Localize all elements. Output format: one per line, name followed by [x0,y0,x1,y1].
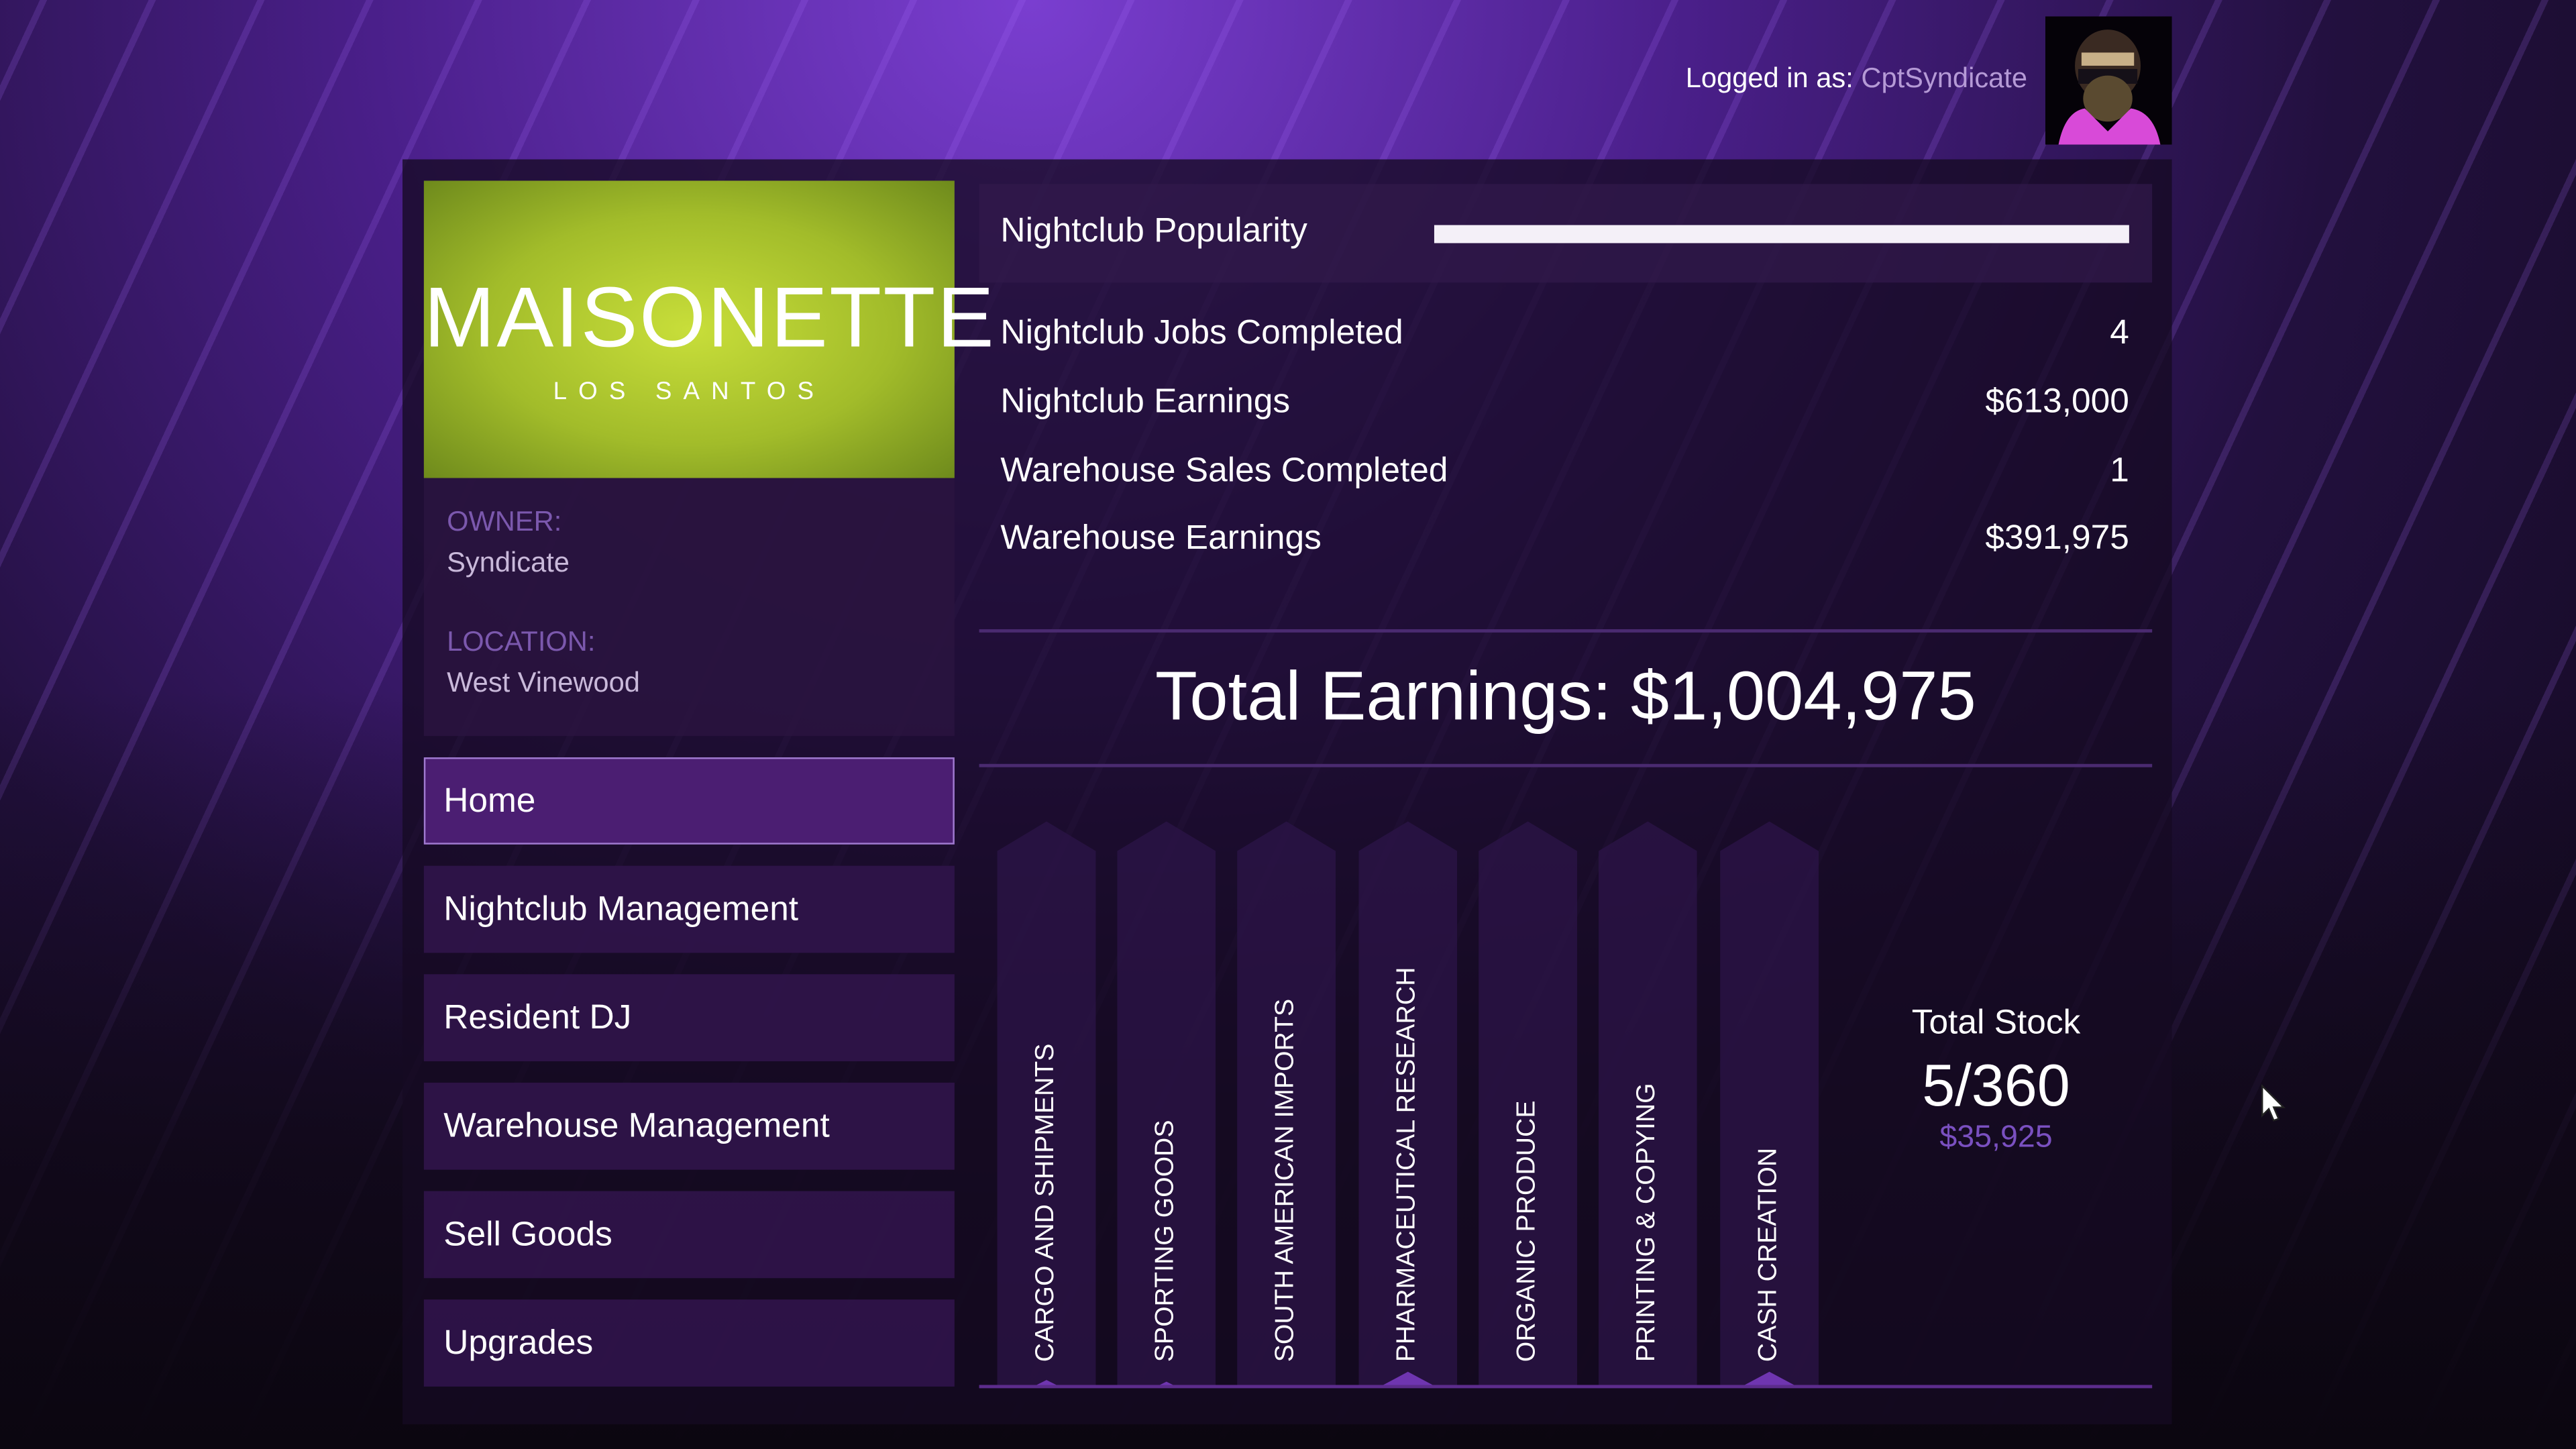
goods-name: SOUTH AMERICAN IMPORTS [1271,998,1300,1362]
total-stock-count: 5/360 [1922,1051,2070,1119]
stat-label: Nightclub Jobs Completed [1000,313,1403,352]
stat-value: 1 [2110,451,2129,490]
goods-name: ORGANIC PRODUCE [1513,1100,1542,1362]
stock-column: PHARMACEUTICAL RESEARCH [1358,821,1458,1385]
logged-in-label: Logged in as: [1685,62,1854,94]
stock-level-indicator [1036,1380,1057,1385]
nav-sell-goods[interactable]: Sell Goods [423,1191,955,1279]
goods-name: PRINTING & COPYING [1633,1083,1661,1362]
stat-value: $613,000 [1985,382,2129,421]
nav-resident-dj[interactable]: Resident DJ [423,974,955,1062]
stat-value: $391,975 [1985,519,2129,557]
owner-label: OWNER: [447,506,562,537]
nav-nightclub-management[interactable]: Nightclub Management [423,865,955,953]
stat-label: Warehouse Earnings [1000,519,1322,557]
divider [979,763,2153,767]
goods-name: SPORTING GOODS [1151,1120,1180,1362]
stock-column: ORGANIC PRODUCE [1479,821,1578,1385]
stock-level-indicator [1744,1371,1794,1385]
nav-home[interactable]: Home [423,757,955,845]
logo-subtitle: LOS SANTOS [553,378,826,406]
stock-column: SOUTH AMERICAN IMPORTS [1237,821,1336,1385]
nightclub-app: Logged in as: CptSyndicate MAISONETTE LO… [0,0,2576,1449]
goods-name: CARGO AND SHIPMENTS [1031,1043,1060,1362]
goods-name: PHARMACEUTICAL RESEARCH [1393,967,1421,1362]
total-stock-label: Total Stock [1911,1004,2081,1042]
popularity-label: Nightclub Popularity [1000,211,1307,250]
stock-column: CASH CREATION [1720,821,1819,1385]
total-earnings: Total Earnings: $1,004,975 [1155,657,1976,735]
avatar [2045,16,2172,145]
stock-baseline [979,1385,2153,1389]
stat-row: Warehouse Earnings $391,975 [1000,519,2129,559]
popularity-bar [1434,225,2129,244]
stat-value: 4 [2110,313,2129,352]
stat-row: Warehouse Sales Completed 1 [1000,451,2129,491]
username: CptSyndicate [1861,62,2028,94]
login-status: Logged in as: CptSyndicate [1686,62,2027,95]
nav-warehouse-management[interactable]: Warehouse Management [423,1082,955,1170]
stat-row: Nightclub Earnings $613,000 [1000,383,2129,423]
stat-label: Warehouse Sales Completed [1000,451,1448,490]
business-info: OWNER: Syndicate LOCATION: West Vinewood [423,478,955,737]
divider [979,629,2153,633]
stock-column: SPORTING GOODS [1117,821,1216,1385]
mouse-cursor-icon [2261,1083,2287,1132]
total-stock-value: $35,925 [1939,1120,2053,1155]
stat-label: Nightclub Earnings [1000,382,1291,421]
location-label: LOCATION: [447,626,596,657]
stock-column: CARGO AND SHIPMENTS [997,821,1096,1385]
nav-upgrades[interactable]: Upgrades [423,1299,955,1387]
popularity-row: Nightclub Popularity [979,184,2153,283]
logo-name: MAISONETTE [423,271,996,367]
stat-row: Nightclub Jobs Completed 4 [1000,314,2129,354]
owner-value: Syndicate [447,547,570,579]
stock-column: PRINTING & COPYING [1598,821,1697,1385]
location-value: West Vinewood [447,667,640,698]
goods-name: CASH CREATION [1754,1147,1783,1362]
stock-level-indicator [1383,1371,1433,1385]
maisonette-logo: MAISONETTE LOS SANTOS [423,180,996,478]
popularity-bar-fill [1434,225,2129,244]
